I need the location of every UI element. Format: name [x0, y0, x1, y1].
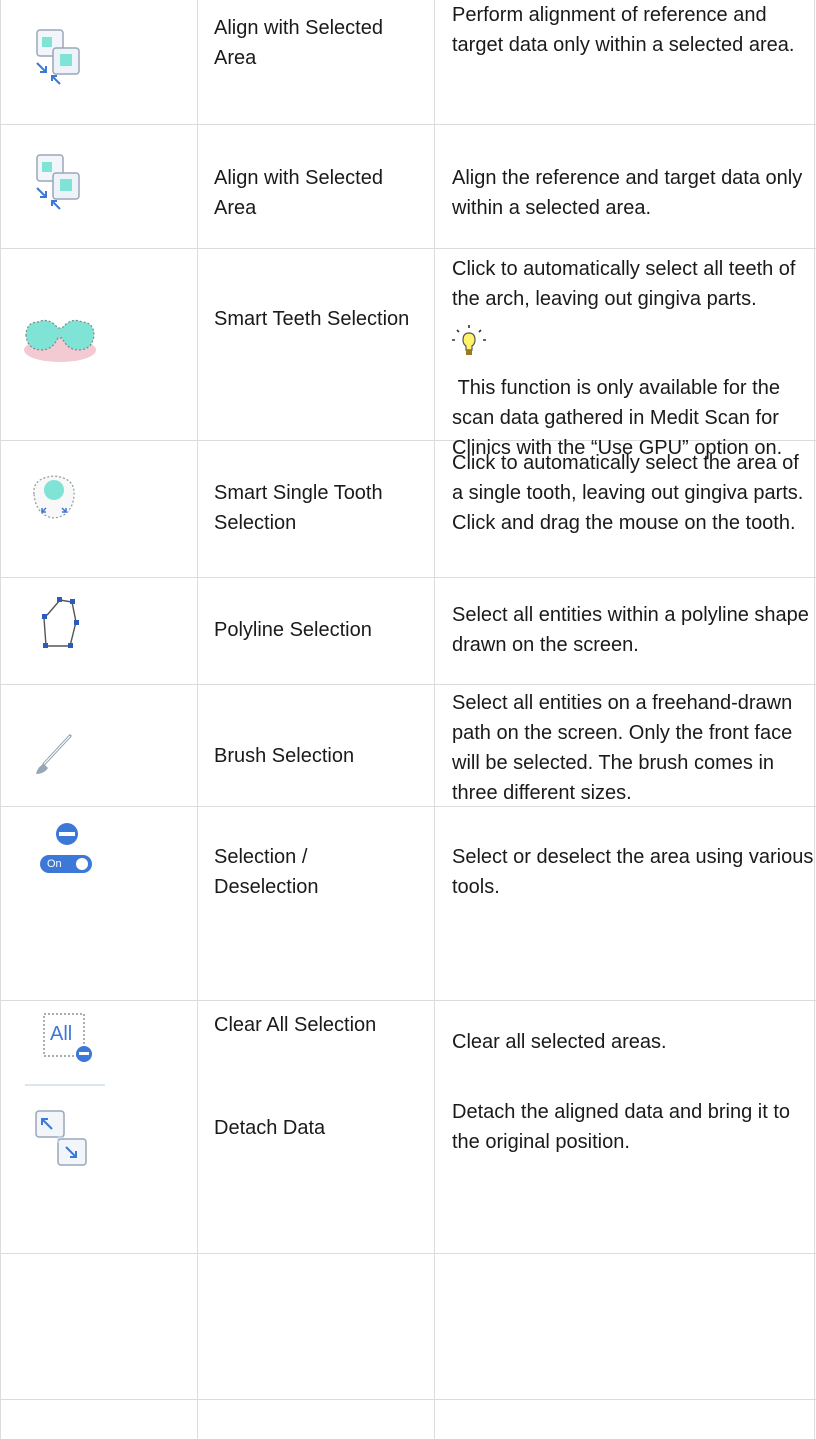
- table-border-right: [814, 0, 815, 1439]
- smart-teeth-selection-icon: [20, 316, 180, 366]
- polyline-selection-icon: [20, 596, 180, 658]
- icon-label: All: [50, 1023, 73, 1045]
- row-divider: [0, 124, 816, 125]
- column-divider: [197, 0, 198, 1439]
- selection-deselection-toggle-icon: On: [20, 820, 110, 880]
- align-selected-area-icon: [20, 153, 180, 215]
- smart-single-tooth-selection-icon: [20, 470, 180, 526]
- description-text: Select or deselect the area using variou…: [452, 846, 814, 898]
- tool-name: Brush Selection: [214, 745, 355, 767]
- description-text: Perform alignment of reference and targe…: [452, 4, 795, 56]
- brush-icon: [20, 730, 180, 778]
- tool-description: Align the reference and target data only…: [452, 163, 814, 223]
- row-divider: [0, 1253, 816, 1254]
- tool-description: Detach the aligned data and bring it to …: [452, 1097, 814, 1157]
- clear-all-selection-icon: All: [20, 1010, 110, 1088]
- description-text: Align the reference and target data only…: [452, 167, 803, 219]
- tool-name: Detach Data: [214, 1117, 326, 1139]
- tool-name: Smart Single Tooth Selection: [214, 482, 383, 534]
- column-divider: [434, 0, 435, 1439]
- description-text: Clear all selected areas.: [452, 1031, 667, 1053]
- description-text: Click to automatically select the area o…: [452, 452, 804, 534]
- row-divider: [0, 1000, 816, 1001]
- tool-name: Polyline Selection: [214, 619, 372, 641]
- row-divider: [0, 684, 816, 685]
- row-divider: [0, 577, 816, 578]
- tool-name: Align with Selected Area: [214, 17, 383, 69]
- row-divider: [0, 1399, 816, 1400]
- tool-description: Click to automatically select all teeth …: [452, 254, 814, 463]
- tool-name: Smart Teeth Selection: [214, 308, 410, 330]
- description-text: Click to automatically select all teeth …: [452, 258, 796, 310]
- lightbulb-icon: [452, 324, 814, 367]
- description-text: Select all entities within a polyline sh…: [452, 604, 809, 656]
- table-border-left: [0, 0, 1, 1439]
- tool-description: Clear all selected areas.: [452, 1027, 814, 1057]
- align-selected-area-icon: [20, 28, 180, 90]
- tool-description: Select all entities on a freehand-drawn …: [452, 688, 814, 808]
- description-text: Select all entities on a freehand-drawn …: [452, 692, 793, 804]
- row-divider: [0, 248, 816, 249]
- toggle-label: On: [47, 858, 62, 870]
- tool-description: Perform alignment of reference and targe…: [452, 0, 814, 60]
- tool-description: Select all entities within a polyline sh…: [452, 600, 814, 660]
- tool-name: Clear All Selection: [214, 1014, 377, 1036]
- tool-description: Select or deselect the area using variou…: [452, 842, 814, 902]
- description-text: Detach the aligned data and bring it to …: [452, 1101, 791, 1153]
- tool-description: Click to automatically select the area o…: [452, 448, 814, 538]
- detach-data-icon: [20, 1109, 180, 1171]
- tool-name: Align with Selected Area: [214, 167, 383, 219]
- tool-name: Selection / Deselection: [214, 846, 319, 898]
